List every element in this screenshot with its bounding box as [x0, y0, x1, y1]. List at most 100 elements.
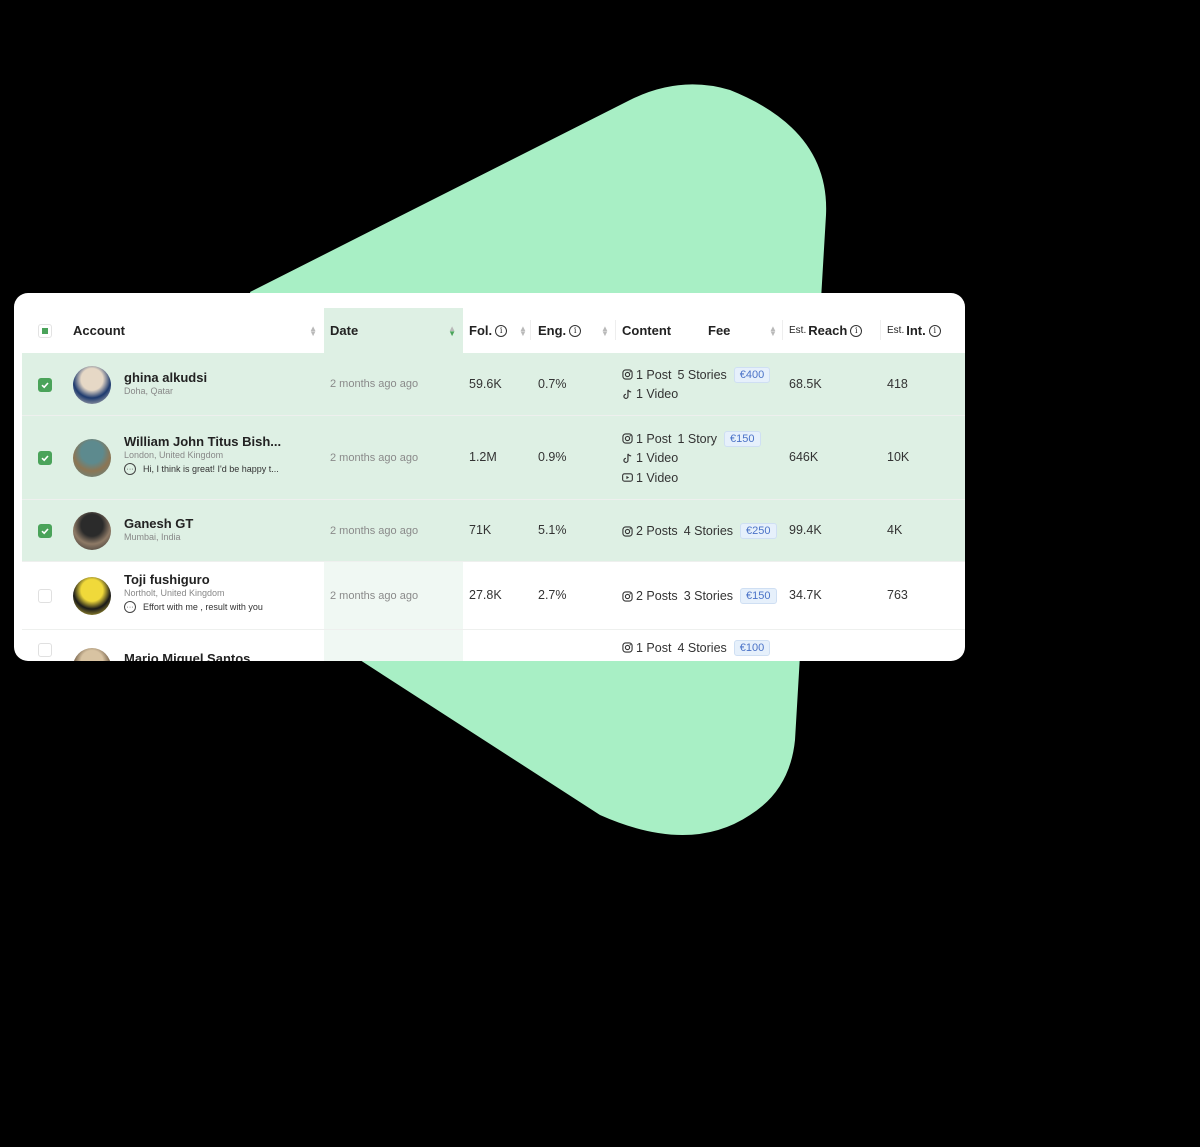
table-row[interactable]: Ganesh GT Mumbai, India 2 months ago ago 71… — [22, 500, 965, 562]
column-content-label: Content — [622, 323, 672, 338]
row-checkbox[interactable] — [38, 589, 52, 603]
est-reach-value: 99.4K — [789, 523, 822, 537]
est-reach-value: 34.7K — [789, 588, 822, 602]
sort-icon[interactable]: ▲ ▼ — [601, 324, 609, 337]
column-date[interactable]: Date ▲ ▼ — [324, 308, 463, 353]
content-item: 1 Video — [636, 387, 679, 402]
table-row[interactable]: William John Titus Bish... London, United… — [22, 416, 965, 500]
date-cell: 2 months ago ago — [330, 451, 419, 464]
date-cell — [324, 630, 463, 661]
content-item: 1 Post — [636, 640, 672, 655]
fee-badge: €250 — [740, 523, 777, 539]
column-account-label: Account — [73, 323, 125, 338]
content-line: 1 Post 1 Story €150 — [622, 429, 761, 449]
info-icon[interactable]: i — [495, 324, 508, 337]
sort-icon[interactable]: ▲ ▼ — [769, 324, 777, 337]
content-item: 4 Stories — [677, 640, 727, 655]
column-account[interactable]: Account ▲ ▼ — [73, 308, 323, 353]
info-icon[interactable]: i — [569, 324, 582, 337]
content-item: 3 Stories — [683, 589, 734, 603]
est-int-value: 10K — [887, 450, 910, 464]
date-cell: 2 months ago ago — [330, 378, 419, 390]
content-line: 1 Post 4 Stories €100 — [622, 638, 771, 658]
column-engagement-label: Eng. — [538, 323, 567, 338]
engagement-value: 0.9% — [538, 450, 567, 464]
column-fee-label: Fee — [708, 323, 731, 338]
row-checkbox[interactable] — [38, 377, 52, 392]
column-est-reach-label: Reach — [808, 323, 848, 338]
account-location: Mumbai, India — [124, 532, 181, 542]
instagram-icon — [622, 590, 633, 602]
column-engagement[interactable]: Eng. i ▲ ▼ — [538, 308, 609, 353]
followers-value: 27.8K — [469, 588, 502, 602]
info-icon[interactable]: i — [850, 324, 863, 337]
column-fee[interactable]: Fee ▲ ▼ — [708, 308, 778, 353]
account-name[interactable]: Ganesh GT — [124, 516, 193, 531]
sort-icon[interactable]: ▲ ▼ — [309, 324, 317, 337]
table-header: Account ▲ ▼ Date ▲ ▼ Fol. i ▲ ▼ Eng. i ▲ ▼ C… — [22, 308, 965, 353]
date-cell: 2 months ago ago — [324, 562, 463, 629]
avatar[interactable] — [73, 365, 111, 404]
est-int-value: 4K — [887, 523, 903, 537]
content-cell: 1 Post 1 Story €150 1 Video 1 Video — [622, 429, 761, 488]
youtube-icon — [622, 472, 633, 483]
account-location: Northolt, United Kingdom — [124, 588, 225, 598]
fee-badge: €150 — [740, 588, 777, 604]
row-checkbox[interactable] — [38, 451, 52, 465]
content-line: 1 Video — [622, 448, 761, 468]
content-item: 2 Posts — [636, 524, 678, 538]
content-line: 2 Posts 3 Stories €150 — [622, 586, 777, 606]
content-item: 1 Post — [636, 367, 672, 382]
est-int-value: 418 — [887, 376, 908, 391]
column-date-label: Date — [330, 323, 359, 338]
instagram-icon — [622, 369, 633, 380]
content-item: 1 Post — [636, 431, 672, 446]
followers-value: 59.6K — [469, 376, 502, 391]
content-item: 1 Video — [636, 470, 679, 485]
account-name[interactable]: ghina alkudsi — [124, 370, 207, 385]
table-row[interactable]: Mario Miguel Santos 1 Post 4 Stories €100 — [22, 630, 965, 661]
avatar[interactable] — [73, 439, 111, 477]
fee-badge: €400 — [733, 366, 771, 383]
followers-value: 1.2M — [469, 450, 497, 464]
content-item: 2 Posts — [636, 589, 678, 603]
column-followers-label: Fol. — [469, 323, 493, 338]
column-content: Content — [622, 308, 702, 353]
table-row[interactable]: ghina alkudsi Doha, Qatar 2 months ago ago… — [22, 353, 965, 416]
avatar[interactable] — [73, 512, 111, 550]
content-item: 1 Story — [677, 431, 718, 446]
content-cell: 2 Posts 4 Stories €250 — [622, 521, 777, 541]
account-message: ··· Effort with me , result with you — [124, 601, 263, 613]
date-cell: 2 months ago ago — [330, 524, 419, 537]
engagement-value: 5.1% — [538, 523, 567, 537]
engagement-value: 2.7% — [538, 588, 567, 602]
info-icon[interactable]: i — [928, 324, 941, 337]
content-cell: 1 Post 5 Stories €400 1 Video — [622, 365, 771, 404]
account-location: Doha, Qatar — [124, 385, 174, 396]
account-message: ··· Hi, I think is great! I'd be happy t.… — [124, 463, 281, 475]
content-line: 2 Posts 4 Stories €250 — [622, 521, 777, 541]
avatar[interactable] — [73, 577, 111, 615]
content-cell: 2 Posts 3 Stories €150 — [622, 586, 777, 606]
content-line: 1 Post 5 Stories €400 — [622, 365, 771, 385]
row-checkbox[interactable] — [38, 643, 52, 657]
tiktok-icon — [622, 453, 633, 464]
avatar[interactable] — [73, 648, 111, 661]
column-followers[interactable]: Fol. i ▲ ▼ — [469, 308, 529, 353]
instagram-icon — [622, 642, 633, 653]
account-name[interactable]: Toji fushiguro — [124, 572, 263, 587]
fee-badge: €100 — [733, 639, 771, 656]
account-name[interactable]: William John Titus Bish... — [124, 434, 281, 449]
select-all-checkbox[interactable] — [38, 323, 52, 338]
row-checkbox[interactable] — [38, 524, 52, 538]
sort-active-icon[interactable]: ▲ ▼ — [448, 324, 456, 337]
sort-icon[interactable]: ▲ ▼ — [519, 324, 527, 337]
account-name[interactable]: Mario Miguel Santos — [124, 651, 250, 661]
content-item: 1 Video — [636, 451, 679, 465]
instagram-icon — [622, 525, 633, 537]
table-row[interactable]: Toji fushiguro Northolt, United Kingdom ··… — [22, 562, 965, 630]
content-cell: 1 Post 4 Stories €100 — [622, 638, 771, 658]
column-est-reach: Est. Reach i — [789, 308, 879, 353]
tiktok-icon — [622, 389, 633, 400]
fee-badge: €150 — [724, 430, 761, 447]
